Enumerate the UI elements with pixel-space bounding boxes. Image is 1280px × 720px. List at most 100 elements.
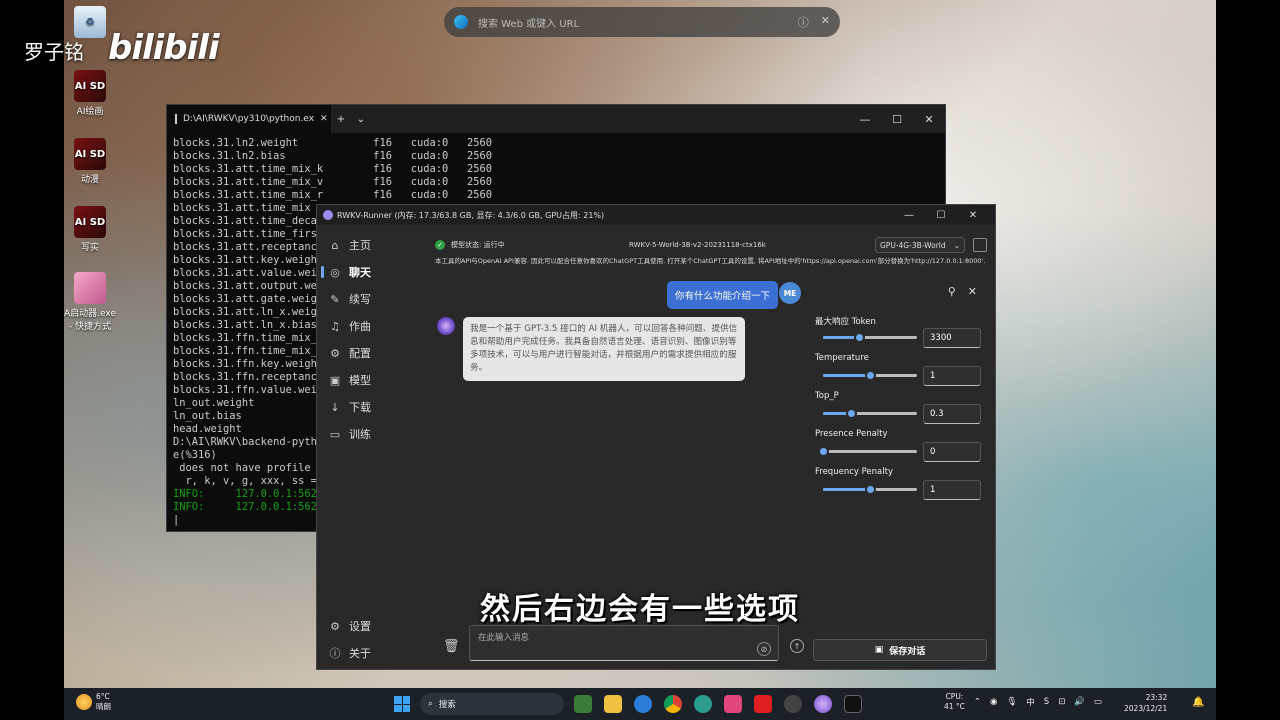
minimize-icon[interactable]: —: [893, 210, 925, 221]
weather-temperature: 6°C: [96, 692, 110, 701]
trash-icon[interactable]: 🗑: [443, 639, 460, 654]
wechat-icon[interactable]: ◉: [990, 697, 997, 707]
sidebar-item-home[interactable]: ⌂ 主页: [321, 233, 411, 257]
chevron-down-icon[interactable]: ⌄: [351, 114, 371, 125]
sidebar-item-info[interactable]: ⓘ 关于: [321, 641, 411, 665]
help-icon[interactable]: ⓘ: [798, 14, 809, 30]
terminal-tab[interactable]: D:\AI\RWKV\py310\python.ex ✕: [167, 105, 331, 133]
chevron-up-icon[interactable]: ⌃: [974, 697, 981, 707]
parameter-panel-toolbar: ⚲ ✕: [948, 285, 977, 298]
pin-icon[interactable]: ⚲: [948, 285, 956, 298]
chat-icon: ◎: [330, 265, 340, 279]
app-icon-green[interactable]: [574, 695, 592, 713]
taskbar-search[interactable]: ⌕ 搜索: [420, 693, 564, 715]
app-icon-gray[interactable]: [784, 695, 802, 713]
send-icon[interactable]: ↑: [790, 639, 804, 653]
terminal-line: blocks.31.att.time_mix_v f16 cuda:0 2560: [173, 176, 493, 188]
terminal-taskbar-icon[interactable]: [844, 695, 862, 713]
sidebar-item-model[interactable]: ▣ 模型: [321, 368, 411, 392]
edge-icon[interactable]: [634, 695, 652, 713]
app-tray-icon[interactable]: S: [1044, 697, 1049, 707]
param-value-input[interactable]: 0.3: [923, 404, 981, 424]
sidebar-item-settings[interactable]: ⚙ 设置: [321, 614, 411, 638]
maximize-icon[interactable]: ☐: [881, 113, 913, 126]
sidebar-item-label: 设置: [349, 620, 371, 633]
param-value-input[interactable]: 3300: [923, 328, 981, 348]
sidebar-item-edit[interactable]: ✎ 续写: [321, 287, 411, 311]
sidebar-item-label: 续写: [349, 293, 371, 306]
sidebar-item-train[interactable]: ▭ 训练: [321, 422, 411, 446]
battery-icon[interactable]: ▭: [1094, 697, 1102, 707]
terminal-line: blocks.31.att.time_mix_r f16 cuda:0 2560: [173, 189, 493, 201]
notification-icon[interactable]: 🔔: [1192, 697, 1204, 708]
user-avatar: ME: [779, 282, 801, 304]
param-value-input[interactable]: 0: [923, 442, 981, 462]
param-label: 最大响应 Token: [815, 317, 876, 327]
desktop-icon-recycle-bin[interactable]: ♻: [62, 6, 118, 40]
param-slider[interactable]: [823, 370, 917, 381]
preset-select[interactable]: GPU-4G-3B-World ⌄: [875, 237, 965, 253]
param-value-input[interactable]: 1: [923, 480, 981, 500]
app-icon-teal[interactable]: [694, 695, 712, 713]
param-slider[interactable]: [823, 408, 917, 419]
sidebar-item-chat[interactable]: ◎ 聊天: [321, 260, 411, 284]
chrome-icon[interactable]: [664, 695, 682, 713]
volume-icon[interactable]: 🔊: [1074, 697, 1085, 707]
slider-thumb[interactable]: [853, 332, 865, 343]
maximize-icon[interactable]: ☐: [925, 210, 957, 221]
sidebar-item-label: 配置: [349, 347, 371, 360]
slider-thumb[interactable]: [818, 446, 829, 457]
ime-indicator[interactable]: 中: [1026, 696, 1035, 708]
app-icon-pink[interactable]: [724, 695, 742, 713]
slider-thumb[interactable]: [865, 484, 876, 495]
settings-icon: ⚙: [330, 619, 340, 633]
close-icon[interactable]: ✕: [957, 210, 989, 221]
config-icon: ⚙: [330, 346, 340, 360]
slider-thumb[interactable]: [865, 370, 876, 381]
param-slider[interactable]: [818, 446, 917, 457]
weather-widget[interactable]: 6°C 晴朗: [76, 692, 111, 712]
param-label: Temperature: [815, 353, 869, 363]
close-icon[interactable]: ✕: [821, 14, 830, 30]
sidebar-item-config[interactable]: ⚙ 配置: [321, 341, 411, 365]
youtube-icon[interactable]: [754, 695, 772, 713]
param-value-input[interactable]: 1: [923, 366, 981, 386]
preset-panel-toggle-icon[interactable]: [973, 238, 987, 252]
new-tab-icon[interactable]: +: [331, 114, 351, 125]
param-slider[interactable]: [823, 332, 917, 343]
tab-close-icon[interactable]: ✕: [320, 114, 328, 124]
sidebar-item-music[interactable]: ♫ 作曲: [321, 314, 411, 338]
launcher-icon: [74, 272, 106, 304]
save-conversation-button[interactable]: ▣ 保存对话: [813, 639, 987, 661]
microphone-icon[interactable]: 🎙: [1006, 697, 1017, 707]
browser-search-bar[interactable]: 搜索 Web 或键入 URL ⓘ ✕: [444, 7, 840, 37]
sidebar-item-label: 训练: [349, 428, 371, 441]
attach-icon[interactable]: ⊘: [757, 642, 771, 656]
windows-start-icon[interactable]: [394, 696, 410, 712]
desktop-icon-realistic[interactable]: AI SD 写实: [62, 206, 118, 253]
screen: 罗子铭 bilibili ♻ AI SD AI绘画 AI SD 动漫 AI SD…: [0, 0, 1280, 720]
file-explorer-icon[interactable]: [604, 695, 622, 713]
video-subtitle: 然后右边会有一些选项: [480, 592, 800, 627]
desktop-icon-label: A启动器.exe - 快捷方式: [64, 309, 116, 332]
desktop-icon-anime[interactable]: AI SD 动漫: [62, 138, 118, 185]
download-icon: ↓: [330, 400, 340, 414]
taskbar-clock[interactable]: 23:32 2023/12/21: [1124, 692, 1167, 714]
close-icon[interactable]: ✕: [968, 285, 977, 298]
close-icon[interactable]: ✕: [913, 113, 945, 126]
sidebar-item-download[interactable]: ↓ 下载: [321, 395, 411, 419]
system-tray: CPU: 41 °C ⌃ ◉ 🎙 中 S ⊡ 🔊 ▭: [944, 692, 1102, 712]
desktop-icon-launcher[interactable]: A启动器.exe - 快捷方式: [62, 272, 118, 332]
bilibili-logo: bilibili: [108, 28, 220, 68]
slider-thumb[interactable]: [846, 408, 858, 419]
browser-search-placeholder: 搜索 Web 或键入 URL: [478, 18, 580, 30]
chat-input[interactable]: 在此输入消息: [469, 625, 779, 661]
desktop-icon-ai-painting[interactable]: AI SD AI绘画: [62, 70, 118, 117]
minimize-icon[interactable]: —: [849, 113, 881, 126]
model-icon: ▣: [329, 373, 341, 387]
stable-diffusion-icon: AI SD: [74, 206, 106, 238]
rwkv-taskbar-icon[interactable]: [814, 695, 832, 713]
network-icon[interactable]: ⊡: [1058, 697, 1065, 707]
edge-icon: [454, 15, 468, 29]
param-slider[interactable]: [823, 484, 917, 495]
